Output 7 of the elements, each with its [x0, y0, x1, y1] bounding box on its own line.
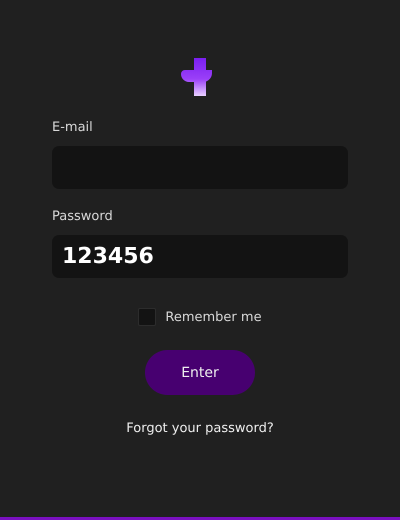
enter-button[interactable]: Enter [145, 350, 255, 395]
checkbox[interactable] [138, 308, 156, 326]
checkbox-label: Remember me [165, 310, 262, 324]
field-label: E-mail [52, 120, 94, 136]
forgot-password-link[interactable]: Forgot your password? [126, 421, 274, 436]
input-field[interactable]: 123456 [52, 235, 348, 278]
field-label: Password [52, 209, 114, 225]
